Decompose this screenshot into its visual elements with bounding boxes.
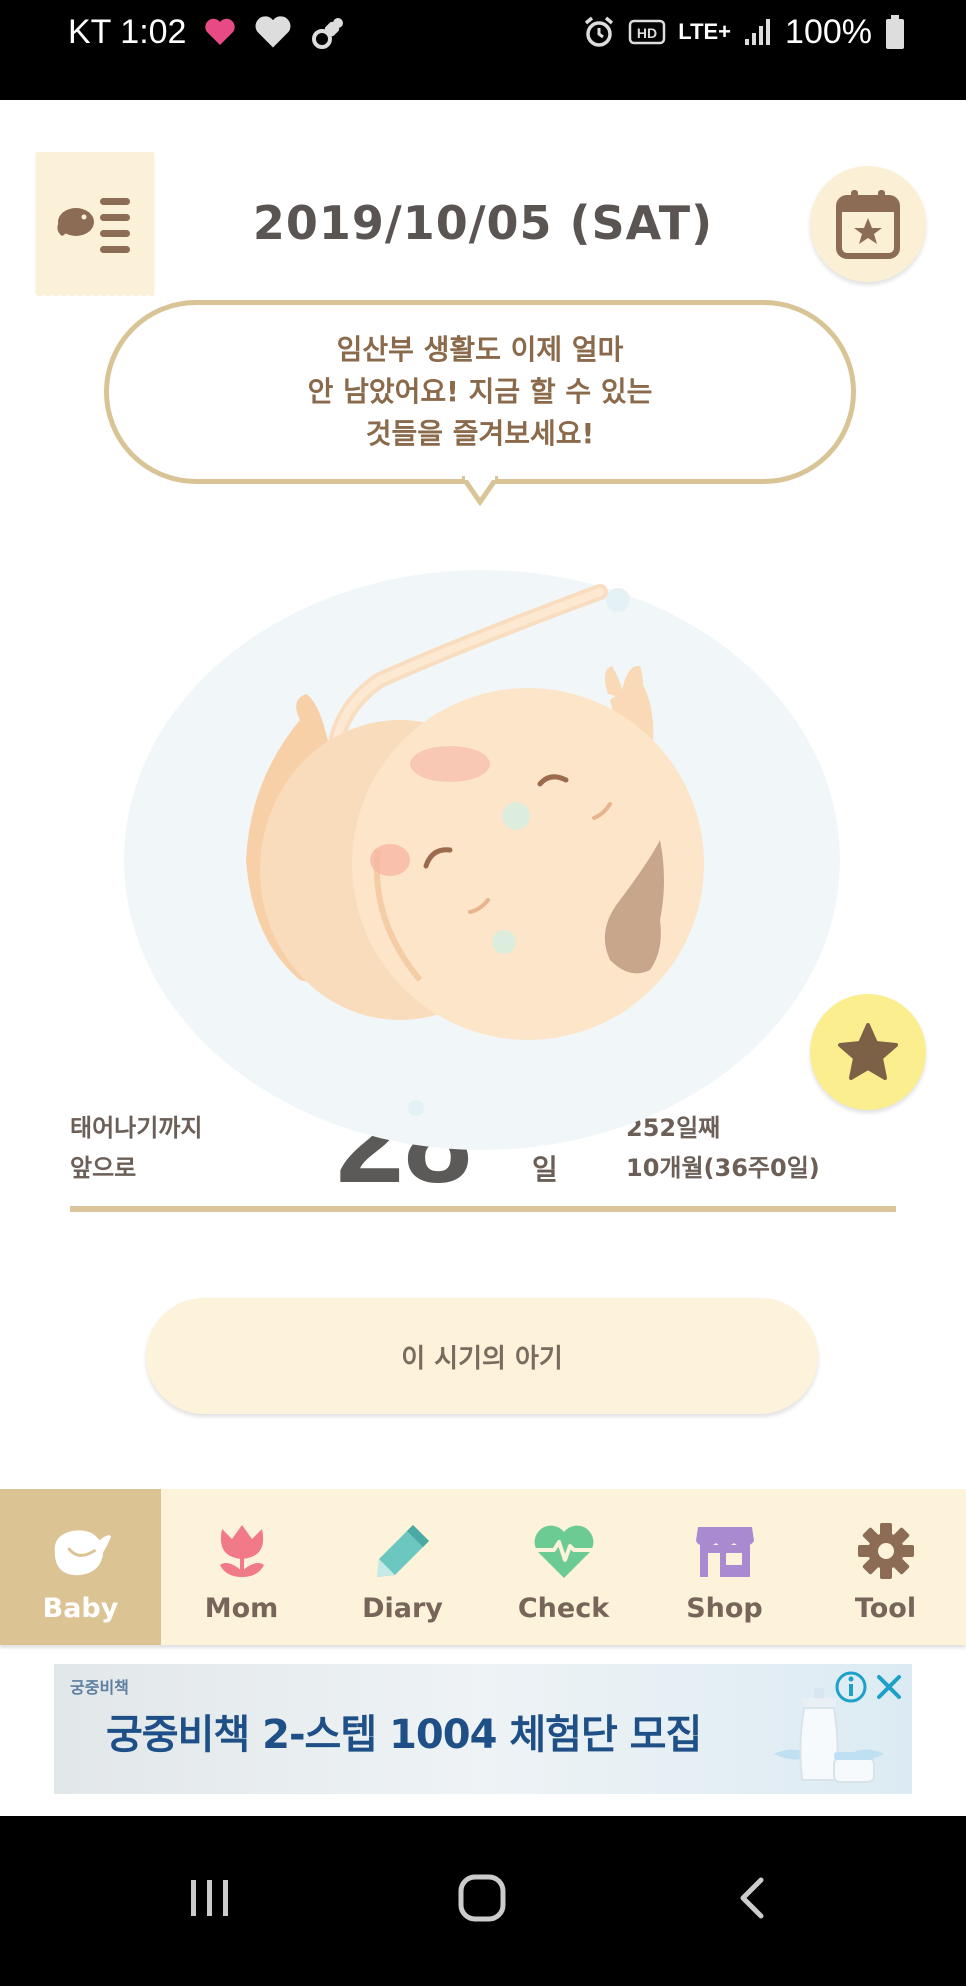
tulip-icon <box>210 1519 274 1583</box>
tab-shop-label: Shop <box>686 1593 763 1624</box>
ad-close-icon[interactable] <box>872 1670 906 1704</box>
bubble-tail <box>462 476 498 506</box>
gear-icon <box>854 1519 918 1583</box>
app-screen: 2019/10/05 (SAT) 임산부 생활도 이제 얼마 안 남았어요! 지… <box>0 100 966 1816</box>
tab-shop[interactable]: Shop <box>644 1489 805 1645</box>
back-button[interactable] <box>722 1868 782 1928</box>
calendar-button[interactable] <box>810 166 926 282</box>
signal-icon <box>743 17 773 47</box>
system-navigation-bar <box>0 1818 966 1986</box>
bottom-navigation: Baby Mom Diary Check Shop Tool <box>0 1489 966 1645</box>
recent-apps-icon <box>191 1880 228 1916</box>
baby-this-period-button[interactable]: 이 시기의 아기 <box>146 1298 818 1414</box>
pacifier-notification-icon <box>310 13 348 51</box>
back-icon <box>740 1877 764 1919</box>
countdown-divider <box>70 1206 896 1212</box>
carrier-time: KT 1:02 <box>68 12 187 51</box>
tab-tool[interactable]: Tool <box>805 1489 966 1645</box>
status-bar: KT 1:02 HD LTE+ 100% <box>0 0 966 100</box>
tab-baby[interactable]: Baby <box>0 1489 161 1645</box>
bird-menu-icon <box>57 198 130 253</box>
store-icon <box>693 1519 757 1583</box>
ad-info-icon[interactable] <box>834 1670 868 1704</box>
tab-check[interactable]: Check <box>483 1489 644 1645</box>
bubble-line-3: 것들을 즐겨보세요! <box>365 417 595 450</box>
tab-diary[interactable]: Diary <box>322 1489 483 1645</box>
pencil-icon <box>371 1519 435 1583</box>
ad-brand-logo: 궁중비책 <box>70 1678 129 1697</box>
bubble-line-1: 임산부 생활도 이제 얼마 <box>336 333 624 366</box>
recent-apps-button[interactable] <box>180 1868 240 1928</box>
home-button[interactable] <box>452 1868 512 1928</box>
white-heart-notification-icon <box>254 15 292 49</box>
svg-text:HD: HD <box>637 25 657 41</box>
battery-icon <box>884 14 906 50</box>
ad-banner[interactable]: 궁중비책 궁중비책 2-스텝 1004 체험단 모집 <box>54 1664 912 1794</box>
tab-diary-label: Diary <box>362 1593 443 1624</box>
heart-notification-icon <box>204 18 236 46</box>
speech-bubble: 임산부 생활도 이제 얼마 안 남았어요! 지금 할 수 있는 것들을 즐겨보세… <box>104 300 856 484</box>
tab-tool-label: Tool <box>854 1593 917 1624</box>
bird-icon <box>49 1519 113 1583</box>
bubble-line-2: 안 남았어요! 지금 할 수 있는 <box>307 375 653 408</box>
hd-voice-icon: HD <box>628 18 666 46</box>
home-icon <box>458 1874 506 1922</box>
network-type: LTE+ <box>678 19 732 44</box>
star-icon <box>838 1023 898 1080</box>
menu-button[interactable] <box>36 152 154 298</box>
ad-text: 궁중비책 2-스텝 1004 체험단 모집 <box>106 1712 702 1758</box>
date-title: 2019/10/05 (SAT) <box>252 196 714 250</box>
tab-mom[interactable]: Mom <box>161 1489 322 1645</box>
tab-mom-label: Mom <box>204 1593 279 1624</box>
calendar-star-icon <box>836 190 900 259</box>
favorite-star-button[interactable] <box>810 994 926 1110</box>
battery-percent: 100% <box>785 12 872 51</box>
tab-check-label: Check <box>517 1593 610 1624</box>
heartbeat-icon <box>532 1519 596 1583</box>
alarm-icon <box>582 15 616 49</box>
tab-baby-label: Baby <box>42 1593 119 1624</box>
